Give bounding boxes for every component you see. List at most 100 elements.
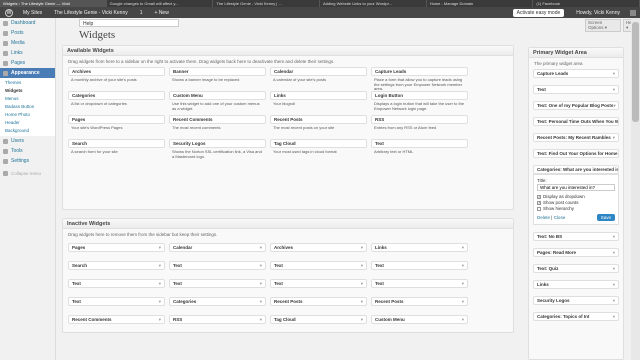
inactive-widget[interactable]: Recent Comments ▾ xyxy=(68,315,165,324)
sidebar-item-users[interactable]: Users xyxy=(0,136,55,146)
inactive-widget[interactable]: Categories ▾ xyxy=(169,297,266,306)
delete-link[interactable]: Delete xyxy=(537,215,550,220)
expand-arrow-icon[interactable]: ▾ xyxy=(613,103,615,108)
submenu-item[interactable]: Menus xyxy=(0,95,55,103)
expand-arrow-icon[interactable]: ▾ xyxy=(260,245,262,250)
expand-arrow-icon[interactable]: ▾ xyxy=(260,317,262,322)
expand-arrow-icon[interactable]: ▾ xyxy=(361,317,363,322)
expand-arrow-icon[interactable]: ▾ xyxy=(613,266,615,271)
collapse-menu-button[interactable]: Collapse menu xyxy=(0,168,55,178)
expand-arrow-icon[interactable]: ▾ xyxy=(159,245,161,250)
widget-title-handle[interactable]: Recent Posts xyxy=(270,115,367,124)
browser-tab[interactable]: Home - Manage Domain xyxy=(426,0,534,7)
primary-widget[interactable]: Text: One of my Popular Blog Posts ▾ xyxy=(533,101,619,110)
sidebar-item-media[interactable]: Media xyxy=(0,38,55,48)
widget-title-handle[interactable]: Custom Menu xyxy=(169,91,266,100)
inactive-widget[interactable]: Text ▾ xyxy=(371,279,468,288)
expand-arrow-icon[interactable]: ▾ xyxy=(159,263,161,268)
checkbox[interactable]: ✓ xyxy=(537,194,541,199)
widget-title-handle[interactable]: Recent Comments xyxy=(169,115,266,124)
primary-widget[interactable]: Text: Quiz ▾ xyxy=(533,264,619,273)
avatar[interactable] xyxy=(630,9,636,16)
sidebar-item-tools[interactable]: Tools xyxy=(0,146,55,156)
inactive-widget[interactable]: Recent Posts ▾ xyxy=(270,297,367,306)
widget-title-handle[interactable]: RSS xyxy=(371,115,468,124)
inactive-widget[interactable]: RSS ▾ xyxy=(169,315,266,324)
widget-title-handle[interactable]: Links xyxy=(270,91,367,100)
easy-mode-button[interactable]: Activate easy mode xyxy=(512,8,565,17)
widget-title-handle[interactable]: Calendar xyxy=(270,67,367,76)
expand-arrow-icon[interactable]: ▾ xyxy=(260,299,262,304)
inactive-widget[interactable]: Tag Cloud ▾ xyxy=(270,315,367,324)
submenu-item[interactable]: Widgets xyxy=(0,87,55,95)
inactive-widget[interactable]: Text ▾ xyxy=(270,261,367,270)
inactive-widget[interactable]: Search ▾ xyxy=(68,261,165,270)
primary-widget[interactable]: Text: Find Out Your Options for Home I▾ xyxy=(533,149,619,158)
inactive-widget[interactable]: Archives ▾ xyxy=(270,243,367,252)
checkbox[interactable] xyxy=(537,206,541,211)
browser-tab[interactable]: The Lifestyle Genie - Vicki Kenny | ... xyxy=(213,0,321,7)
submenu-item[interactable]: Background xyxy=(0,127,55,135)
submenu-item[interactable]: Header xyxy=(0,119,55,127)
widget-title-handle[interactable]: Tag Cloud xyxy=(270,139,367,148)
option-checkbox-row[interactable]: ✓ Display as dropdown xyxy=(537,194,615,199)
browser-tab[interactable]: Widgets ‹ The Lifestyle Genie — Vicki xyxy=(0,0,107,7)
scrollbar-thumb[interactable] xyxy=(632,22,639,122)
expand-arrow-icon[interactable]: ▾ xyxy=(462,317,464,322)
inactive-widget[interactable]: Recent Posts ▾ xyxy=(371,297,468,306)
inactive-widget[interactable]: Text ▾ xyxy=(371,261,468,270)
sidebar-item-dashboard[interactable]: Dashboard xyxy=(0,18,55,28)
primary-widget[interactable]: Categories: Topics of Int ▾ xyxy=(533,312,619,321)
sidebar-item-links[interactable]: Links xyxy=(0,48,55,58)
primary-widget[interactable]: Links ▾ xyxy=(533,280,619,289)
primary-widget[interactable]: Recent Posts: My Recent Rambles ▾ xyxy=(533,133,619,142)
expand-arrow-icon[interactable]: ▾ xyxy=(462,281,464,286)
inactive-widget[interactable]: Calendar ▾ xyxy=(169,243,266,252)
browser-tab[interactable]: (1) Facebook xyxy=(533,0,640,7)
expand-arrow-icon[interactable]: ▾ xyxy=(159,299,161,304)
primary-widget[interactable]: Security Logos ▾ xyxy=(533,296,619,305)
wordpress-logo-icon[interactable]: W xyxy=(5,8,13,17)
widget-title-handle[interactable]: Pages xyxy=(68,115,165,124)
expand-arrow-icon[interactable]: ▾ xyxy=(159,317,161,322)
sidebar-item-settings[interactable]: Settings xyxy=(0,156,55,166)
primary-widget[interactable]: Pages: Read More ▾ xyxy=(533,248,619,257)
new-content-link[interactable]: + New xyxy=(149,10,175,16)
widget-title-handle[interactable]: Banner xyxy=(169,67,266,76)
submenu-item[interactable]: Badass Button xyxy=(0,103,55,111)
browser-tab[interactable]: Adding Website Links to your Wordpr... xyxy=(320,0,427,7)
widget-title-handle[interactable]: Categories xyxy=(68,91,165,100)
inactive-widget[interactable]: Custom Menu ▾ xyxy=(371,315,468,324)
widget-title-handle[interactable]: Search xyxy=(68,139,165,148)
save-button[interactable]: Save xyxy=(596,214,615,221)
expand-arrow-icon[interactable]: ▾ xyxy=(361,263,363,268)
comments-count[interactable]: 1 xyxy=(134,10,149,16)
expand-arrow-icon[interactable]: ▾ xyxy=(462,299,464,304)
expand-arrow-icon[interactable]: ▾ xyxy=(613,71,615,76)
widget-title-handle[interactable]: Capture Leads xyxy=(371,67,468,76)
expand-arrow-icon[interactable]: ▾ xyxy=(462,263,464,268)
inactive-widget[interactable]: Pages ▾ xyxy=(68,243,165,252)
site-name-link[interactable]: The Lifestyle Genie - Vicki Kenny xyxy=(48,10,134,16)
expand-arrow-icon[interactable]: ▾ xyxy=(361,245,363,250)
sidebar-item-appearance[interactable]: Appearance xyxy=(0,68,55,78)
expand-arrow-icon[interactable]: ▾ xyxy=(361,281,363,286)
screen-options-button[interactable]: Screen Options ▾ xyxy=(585,19,621,32)
widget-title-handle[interactable]: Archives xyxy=(68,67,165,76)
inactive-widget[interactable]: Text ▾ xyxy=(68,279,165,288)
primary-widget-area-title[interactable]: Primary Widget Area xyxy=(529,48,623,58)
inactive-widget[interactable]: Links ▾ xyxy=(371,243,468,252)
expand-arrow-icon[interactable]: ▾ xyxy=(613,314,615,319)
primary-widget[interactable]: Text: No BS ▾ xyxy=(533,232,619,241)
checkbox[interactable]: ✓ xyxy=(537,200,541,205)
sidebar-item-pages[interactable]: Pages xyxy=(0,58,55,68)
expand-arrow-icon[interactable]: ▾ xyxy=(462,245,464,250)
widget-title-handle[interactable]: Security Logos xyxy=(169,139,266,148)
primary-widget[interactable]: Categories: What are you interested in▾ xyxy=(533,165,619,174)
browser-tab[interactable]: Google changes to Gmail will affect y... xyxy=(106,0,214,7)
inactive-widget[interactable]: Text ▾ xyxy=(68,297,165,306)
expand-arrow-icon[interactable]: ▾ xyxy=(613,87,615,92)
expand-arrow-icon[interactable]: ▾ xyxy=(260,281,262,286)
primary-widget[interactable]: Text ▾ xyxy=(533,85,619,94)
primary-widget[interactable]: Capture Leads ▾ xyxy=(533,69,619,78)
